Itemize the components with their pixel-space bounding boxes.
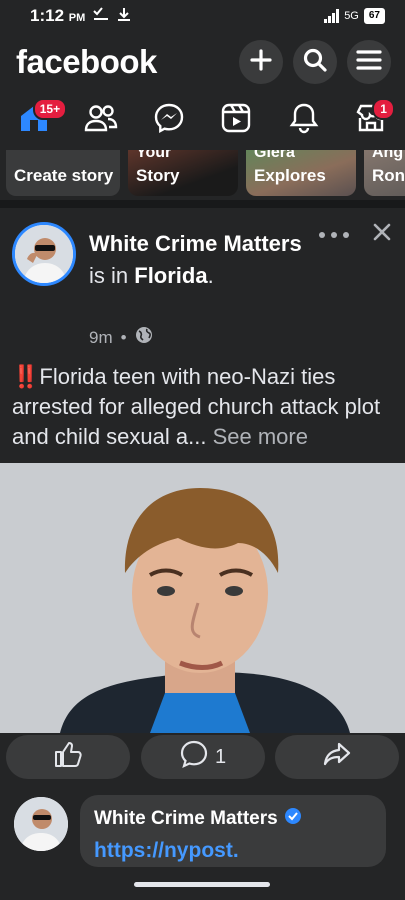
facebook-logo[interactable]: facebook <box>16 43 157 81</box>
double-exclamation-emoji: ‼️ <box>12 364 40 389</box>
battery-level: 67 <box>368 10 380 21</box>
menu-button[interactable] <box>347 40 391 84</box>
comment-author-name[interactable]: White Crime Matters <box>94 808 278 830</box>
story-label: Explores <box>254 166 326 185</box>
comment-button[interactable]: 1 <box>140 735 265 779</box>
comment-icon <box>179 739 209 775</box>
tab-marketplace[interactable]: 1 <box>346 95 396 145</box>
video-icon <box>220 102 252 139</box>
comment-bubble[interactable]: White Crime Matters https://nypost. <box>80 795 386 867</box>
comment-count: 1 <box>214 745 227 768</box>
network-type: 5G <box>344 10 359 22</box>
battery-icon: 67 <box>363 8 385 24</box>
status-ampm: PM <box>68 12 86 24</box>
comment-author: White Crime Matters <box>94 807 302 831</box>
story-label: Ron <box>372 166 405 185</box>
messenger-icon <box>153 102 185 139</box>
story-label: Story <box>136 166 180 185</box>
story-card[interactable]: Your Story <box>128 150 238 196</box>
tab-notifications[interactable] <box>279 95 329 145</box>
like-button[interactable] <box>6 735 130 779</box>
post-header: White Crime Matters is in Florida. 9m • <box>12 222 392 352</box>
post-title: White Crime Matters is in Florida. <box>89 228 309 292</box>
tab-video[interactable] <box>211 95 261 145</box>
story-top-text: Giera <box>254 150 295 161</box>
avatar[interactable] <box>14 797 68 851</box>
create-story-card[interactable]: Create story <box>6 150 120 196</box>
meta-separator: • <box>120 327 127 347</box>
download-icon <box>117 7 131 25</box>
post-location[interactable]: Florida <box>134 263 207 288</box>
post-body: Florida teen with neo-Nazi ties arrested… <box>12 364 381 449</box>
see-more-link[interactable]: See more <box>213 424 308 449</box>
post-image[interactable] <box>0 463 405 733</box>
header-actions <box>239 40 391 84</box>
more-options-icon[interactable] <box>318 226 350 244</box>
tab-messenger[interactable] <box>144 95 194 145</box>
menu-icon <box>356 49 382 76</box>
comment-preview: White Crime Matters https://nypost. <box>14 795 399 870</box>
create-story-label: Create story <box>14 166 114 185</box>
globe-icon <box>135 326 153 349</box>
verified-icon <box>284 807 302 831</box>
post-text: ‼️Florida teen with neo-Nazi ties arrest… <box>12 362 397 452</box>
tab-bar: 15+ 1 <box>0 92 405 148</box>
post-actions: 1 <box>0 735 405 781</box>
tab-home[interactable]: 15+ <box>9 95 68 145</box>
post-menu <box>318 222 392 247</box>
post-is-in: is in <box>89 263 129 288</box>
home-badge: 15+ <box>32 98 68 120</box>
app-header: facebook <box>0 34 405 90</box>
search-icon <box>302 47 328 78</box>
status-right: 5G 67 <box>324 8 385 24</box>
home-indicator[interactable] <box>134 882 270 887</box>
comment-link[interactable]: https://nypost. <box>94 839 239 863</box>
thumbs-up-icon <box>53 740 83 774</box>
create-button[interactable] <box>239 40 283 84</box>
tab-friends[interactable] <box>76 95 126 145</box>
bell-icon <box>289 102 319 139</box>
story-card[interactable]: Giera Explores <box>246 150 356 196</box>
marketplace-badge: 1 <box>372 98 395 120</box>
status-bar: 1:12 PM 5G 67 <box>0 0 405 32</box>
post-period: . <box>207 263 214 288</box>
status-left: 1:12 PM <box>30 6 131 26</box>
search-button[interactable] <box>293 40 337 84</box>
story-top-text: Ang <box>372 150 404 161</box>
stories-strip: Create story Your Story Giera Explores A… <box>0 150 405 200</box>
share-button[interactable] <box>275 735 399 779</box>
plus-icon <box>249 48 273 77</box>
signal-icon <box>324 9 340 23</box>
tasks-icon <box>93 7 109 25</box>
post-author[interactable]: White Crime Matters <box>89 231 302 256</box>
story-top-text: Your <box>136 150 172 161</box>
post-time[interactable]: 9m <box>89 328 113 348</box>
story-card[interactable]: Ang Ron <box>364 150 405 196</box>
friends-icon <box>84 103 118 138</box>
status-time: 1:12 PM <box>30 6 85 26</box>
feed-divider <box>0 200 405 208</box>
share-icon <box>322 741 352 773</box>
post-meta: 9m • <box>89 326 153 349</box>
close-icon[interactable] <box>372 222 392 247</box>
status-clock: 1:12 <box>30 6 65 25</box>
avatar[interactable] <box>12 222 76 286</box>
